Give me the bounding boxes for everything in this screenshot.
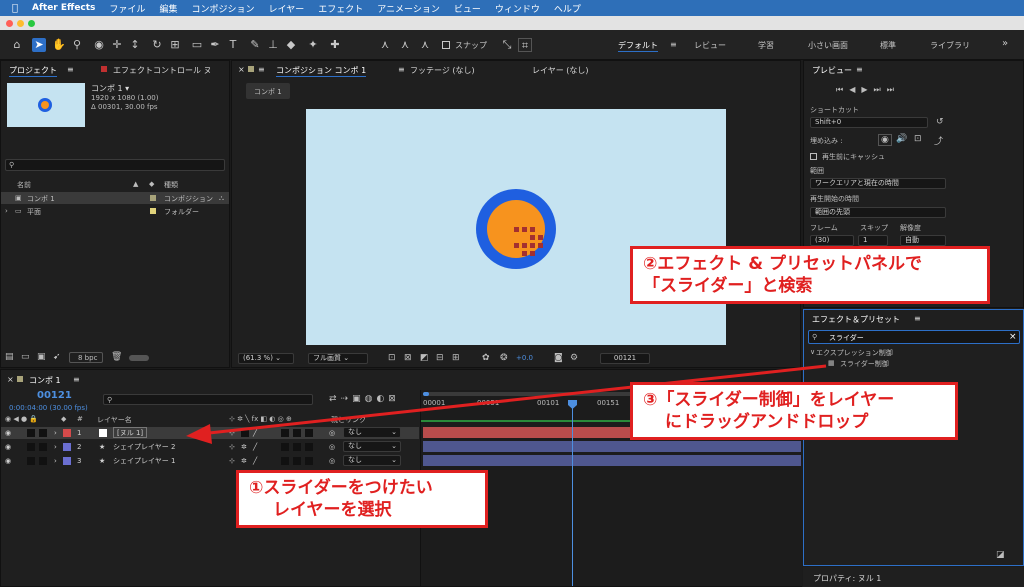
callout-select-line1: ①スライダーをつけたい	[249, 478, 433, 498]
callout-drag: ③「スライダー制御」をレイヤー にドラッグアンドドロップ	[630, 382, 958, 440]
callout-drag-line2: にドラッグアンドドロップ	[665, 412, 869, 432]
callout-search-line1: ②エフェクト & プリセットパネルで	[643, 254, 923, 274]
callout-select-line2: レイヤーを選択	[273, 500, 392, 520]
callout-search-line2: 「スライダー」と検索	[643, 276, 813, 296]
callout-drag-line1: ③「スライダー制御」をレイヤー	[643, 390, 895, 410]
callout-select-layer: ①スライダーをつけたい レイヤーを選択	[236, 470, 488, 528]
callout-search: ②エフェクト & プリセットパネルで 「スライダー」と検索	[630, 246, 990, 304]
